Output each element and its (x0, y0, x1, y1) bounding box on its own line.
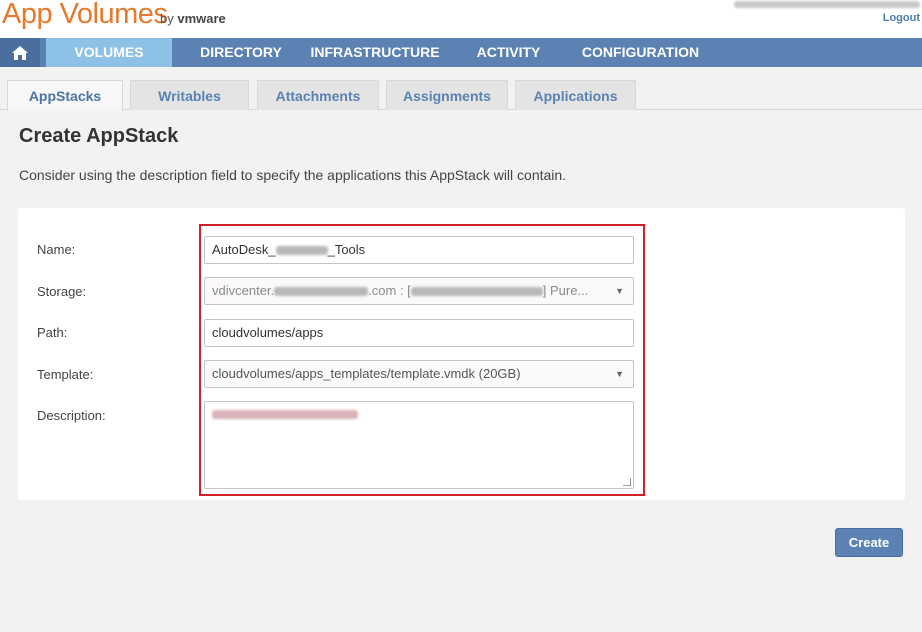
home-button[interactable] (0, 38, 40, 67)
template-label: Template: (37, 367, 94, 382)
storage-host-redacted (274, 287, 369, 297)
name-redacted (275, 246, 328, 256)
vmware-byline: by vmware (160, 11, 226, 26)
nav-directory[interactable]: DIRECTORY (192, 38, 290, 67)
name-value-prefix: AutoDesk_ (212, 242, 276, 257)
template-value: cloudvolumes/apps_templates/template.vmd… (212, 366, 521, 381)
template-select[interactable]: cloudvolumes/apps_templates/template.vmd… (204, 360, 634, 388)
resize-handle-icon[interactable] (623, 478, 631, 486)
storage-select[interactable]: vdivcenter. .com : [ ] Pure... ▼ (204, 277, 634, 305)
logout-link[interactable]: Logout (883, 12, 920, 24)
app-volumes-logo: App Volumes (2, 0, 168, 31)
home-icon (12, 45, 28, 60)
tab-assignments[interactable]: Assignments (386, 80, 508, 110)
name-value-suffix: _Tools (327, 242, 366, 257)
chevron-down-icon: ▼ (615, 286, 624, 296)
nav-volumes[interactable]: VOLUMES (46, 38, 172, 67)
volume-tabs: AppStacks Writables Attachments Assignme… (0, 80, 922, 111)
tab-attachments[interactable]: Attachments (257, 80, 379, 110)
nav-activity[interactable]: ACTIVITY (470, 38, 547, 67)
nav-infrastructure[interactable]: INFRASTRUCTURE (307, 38, 443, 67)
storage-value-prefix: vdivcenter. (212, 283, 275, 298)
page-title: Create AppStack (19, 125, 179, 147)
description-label: Description: (37, 408, 106, 423)
tab-writables[interactable]: Writables (130, 80, 249, 110)
storage-label: Storage: (37, 284, 87, 299)
tab-applications[interactable]: Applications (515, 80, 636, 110)
main-nav: VOLUMES DIRECTORY INFRASTRUCTURE ACTIVIT… (0, 38, 922, 67)
top-header: App Volumes by vmware Logout (0, 0, 922, 38)
path-label: Path: (37, 325, 68, 340)
description-textarea[interactable] (204, 401, 634, 489)
create-button[interactable]: Create (835, 528, 903, 557)
tab-appstacks[interactable]: AppStacks (7, 80, 123, 111)
path-input[interactable]: cloudvolumes/apps (204, 319, 634, 347)
logo-vendor: vmware (177, 11, 226, 26)
storage-value-middle: .com : [ (368, 283, 411, 298)
name-input[interactable]: AutoDesk_ _Tools (204, 236, 634, 264)
logo-text: App Volumes (2, 0, 168, 30)
chevron-down-icon: ▼ (615, 369, 624, 379)
nav-configuration[interactable]: CONFIGURATION (578, 38, 703, 67)
name-label: Name: (37, 242, 76, 257)
description-redacted (212, 410, 358, 419)
user-info-redacted (734, 1, 920, 8)
storage-value-suffix: ] Pure... (542, 283, 589, 298)
logo-by: by (160, 11, 174, 26)
storage-datastore-redacted (410, 287, 543, 297)
page-description: Consider using the description field to … (19, 167, 567, 183)
